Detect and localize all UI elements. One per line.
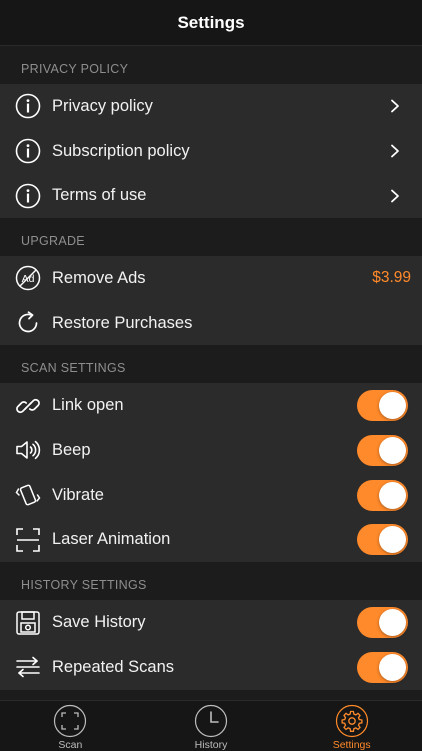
vibrate-toggle[interactable] [357, 479, 408, 511]
remove-ads-label: Remove Ads [52, 268, 146, 287]
upgrade-group: Ad Remove Ads $3.99 Restore Purchases [0, 256, 422, 346]
link-open-label: Link open [52, 396, 124, 415]
vibrate-row: Vibrate [0, 473, 422, 518]
link-open-toggle[interactable] [357, 390, 408, 422]
chevron-right-icon [391, 189, 399, 203]
scan-group: Link open Beep Vibrate Laser Animation [0, 383, 422, 563]
save-history-label: Save History [52, 613, 146, 632]
remove-ads-price: $3.99 [372, 269, 411, 287]
scan-icon [54, 704, 87, 738]
scan-frame-icon [14, 526, 42, 554]
repeated-scans-toggle[interactable] [357, 651, 408, 683]
toggle-knob [379, 653, 406, 681]
info-icon [14, 137, 42, 165]
restore-purchases-row[interactable]: Restore Purchases [0, 301, 422, 346]
chevron-right-icon [391, 144, 399, 158]
link-icon [14, 392, 42, 420]
gear-icon [335, 704, 368, 738]
navigation-bar: Settings [0, 0, 422, 46]
restore-purchases-label: Restore Purchases [52, 313, 193, 332]
save-history-row: Save History [0, 600, 422, 645]
beep-label: Beep [52, 440, 91, 459]
save-history-toggle[interactable] [357, 607, 408, 639]
terms-of-use-row[interactable]: Terms of use [0, 173, 422, 218]
page-title: Settings [177, 12, 245, 32]
tab-settings[interactable]: Settings [281, 701, 422, 751]
laser-animation-label: Laser Animation [52, 530, 171, 549]
toggle-knob [379, 392, 406, 420]
chevron-right-icon [391, 99, 399, 113]
toggle-knob [379, 436, 406, 464]
restore-icon [14, 309, 42, 337]
terms-of-use-label: Terms of use [52, 186, 147, 205]
section-header-history: HISTORY SETTINGS [0, 562, 422, 601]
tab-history-label: History [194, 739, 228, 751]
vibrate-label: Vibrate [52, 485, 104, 504]
link-open-row: Link open [0, 383, 422, 428]
tab-scan-label: Scan [58, 739, 83, 751]
vibrate-icon [14, 481, 42, 509]
toggle-knob [379, 526, 406, 554]
repeated-scans-row: Repeated Scans [0, 645, 422, 690]
laser-animation-toggle[interactable] [357, 524, 408, 556]
speaker-icon [14, 436, 42, 464]
no-ads-icon: Ad [14, 264, 42, 292]
section-header-privacy: PRIVACY POLICY [0, 46, 422, 84]
history-group: Save History Repeated Scans [0, 600, 422, 690]
tab-bar: Scan History Settings [0, 700, 422, 751]
beep-row: Beep [0, 428, 422, 473]
remove-ads-row[interactable]: Ad Remove Ads $3.99 [0, 256, 422, 301]
subscription-policy-label: Subscription policy [52, 141, 190, 160]
section-header-scan: SCAN SETTINGS [0, 345, 422, 384]
save-icon [14, 609, 42, 637]
subscription-policy-row[interactable]: Subscription policy [0, 129, 422, 174]
laser-animation-row: Laser Animation [0, 518, 422, 563]
tab-scan[interactable]: Scan [0, 701, 141, 751]
privacy-group: Privacy policy Subscription policy Terms… [0, 84, 422, 219]
info-icon [14, 182, 42, 210]
repeat-icon [14, 653, 42, 681]
tab-history[interactable]: History [141, 701, 282, 751]
tab-settings-label: Settings [332, 739, 371, 751]
toggle-knob [379, 609, 406, 637]
privacy-policy-label: Privacy policy [52, 96, 153, 115]
repeated-scans-label: Repeated Scans [52, 657, 175, 676]
privacy-policy-row[interactable]: Privacy policy [0, 84, 422, 129]
settings-list[interactable]: PRIVACY POLICY Privacy policy Subscripti… [0, 46, 422, 700]
section-header-upgrade: UPGRADE [0, 218, 422, 257]
clock-icon [194, 704, 228, 738]
info-icon [14, 92, 42, 120]
toggle-knob [379, 481, 406, 509]
beep-toggle[interactable] [357, 434, 408, 466]
